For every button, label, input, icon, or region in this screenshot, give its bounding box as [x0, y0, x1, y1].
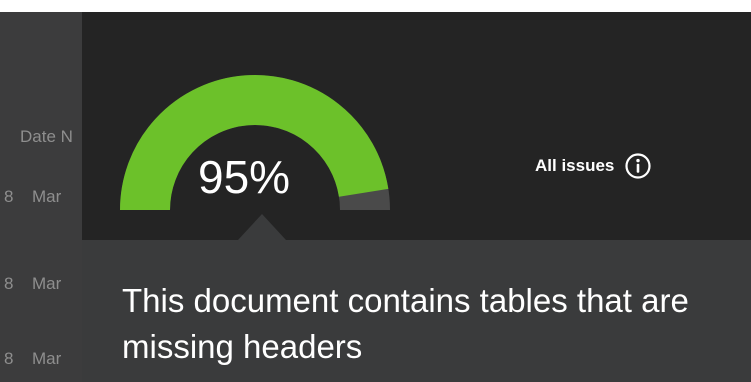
background-table: Date N 8 Mar 8 Mar 8 Mar	[0, 12, 82, 382]
tooltip-arrow	[238, 214, 286, 240]
row-month: Mar	[32, 187, 62, 206]
row-number: 8	[4, 187, 14, 206]
tooltip-message: This document contains tables that are m…	[122, 282, 689, 365]
table-header-date: Date N	[20, 127, 73, 146]
info-icon[interactable]	[624, 152, 652, 180]
issue-tooltip: This document contains tables that are m…	[82, 240, 751, 382]
all-issues-button[interactable]: All issues	[535, 152, 652, 180]
row-month: Mar	[32, 274, 62, 293]
row-month: Mar	[32, 349, 62, 368]
all-issues-label: All issues	[535, 156, 615, 175]
row-number: 8	[4, 274, 14, 293]
gauge-percent-label: 95%	[198, 151, 291, 203]
row-number: 8	[4, 349, 14, 368]
accessibility-panel: Date N 8 Mar 8 Mar 8 Mar 95% All issues …	[0, 12, 751, 382]
score-gauge	[120, 74, 390, 211]
